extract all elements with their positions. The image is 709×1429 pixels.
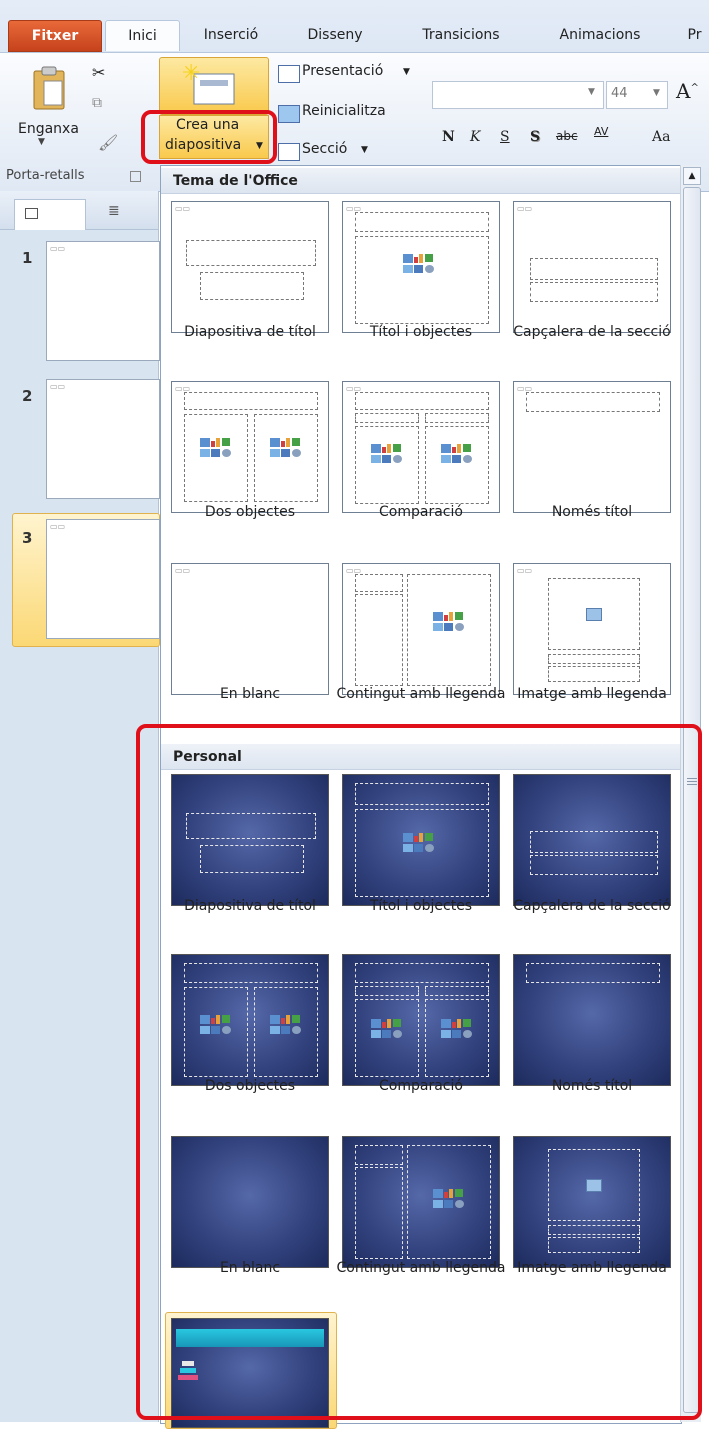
outline-tab-icon[interactable]: ≣: [108, 203, 120, 219]
bold-button[interactable]: N: [442, 129, 455, 145]
reset-button[interactable]: Reinicialitza: [302, 103, 386, 119]
layout-caption: Capçalera de la secció: [513, 324, 671, 340]
tab-animations[interactable]: Animacions: [540, 20, 660, 50]
office-theme-header: Tema de l'Office: [161, 168, 681, 194]
highlight-personal-section: [136, 724, 702, 1420]
font-size-value: 44: [611, 86, 628, 101]
highlight-new-slide: [141, 110, 277, 164]
tab-design[interactable]: Disseny: [290, 20, 380, 50]
reset-icon: [278, 105, 300, 123]
slide-thumbnail-3[interactable]: ▭▭: [46, 519, 160, 639]
layout-content-caption[interactable]: ▭▭: [342, 563, 500, 695]
section-chevron-icon: ▼: [361, 145, 368, 155]
slide-number: 1: [22, 249, 33, 267]
underline-button[interactable]: S: [500, 129, 510, 145]
paste-label[interactable]: Enganxa: [18, 121, 79, 137]
layout-caption: Contingut amb llegenda: [336, 686, 506, 702]
character-spacing-button[interactable]: AV: [594, 125, 608, 138]
layout-caption: En blanc: [219, 686, 281, 702]
new-slide-icon: ✳: [182, 61, 235, 105]
italic-button[interactable]: K: [470, 129, 480, 145]
layout-blank[interactable]: ▭▭: [171, 563, 329, 695]
content-placeholder-icon: [403, 254, 437, 282]
section-icon: [278, 143, 300, 161]
layout-caption: Només títol: [551, 504, 633, 520]
tab-insert[interactable]: Inserció: [186, 20, 276, 50]
layout-title-slide[interactable]: ▭▭: [171, 201, 329, 333]
paste-icon[interactable]: [30, 65, 68, 111]
layout-caption: Comparació: [379, 504, 463, 520]
layout-picture-caption[interactable]: ▭▭: [513, 563, 671, 695]
slide-thumbnail-1[interactable]: ▭▭: [46, 241, 160, 361]
slides-tab[interactable]: [14, 199, 86, 230]
tab-presentation[interactable]: Pr: [680, 20, 709, 50]
format-painter-icon[interactable]: 🖌: [98, 133, 118, 152]
layout-section-header[interactable]: ▭▭: [513, 201, 671, 333]
strikethrough-button[interactable]: abc: [556, 129, 578, 143]
slide-number: 2: [22, 387, 33, 405]
change-case-button[interactable]: Aa: [652, 129, 670, 145]
shadow-button[interactable]: S: [530, 129, 540, 145]
layout-caption: Imatge amb llegenda: [517, 686, 667, 702]
tab-file[interactable]: Fitxer: [8, 20, 102, 52]
picture-icon: [586, 608, 602, 621]
slides-tab-icon: [25, 208, 38, 219]
slide-thumbnail-2[interactable]: ▭▭: [46, 379, 160, 499]
layout-comparison[interactable]: ▭▭: [342, 381, 500, 513]
layout-button[interactable]: Presentació: [302, 63, 383, 79]
font-size-chevron-icon: ▼: [653, 88, 660, 98]
grow-font-icon[interactable]: A^: [676, 79, 699, 103]
copy-icon[interactable]: ⧉: [92, 95, 102, 111]
font-size-combo[interactable]: 44 ▼: [606, 81, 668, 109]
cut-icon[interactable]: ✂: [92, 63, 105, 82]
section-button[interactable]: Secció: [302, 141, 347, 157]
dialog-launcher-icon[interactable]: [130, 171, 141, 182]
tab-home[interactable]: Inici: [105, 20, 180, 51]
ribbon-tab-bar: Fitxer Inici Inserció Disseny Transicion…: [0, 0, 709, 52]
clipboard-group-label: Porta-retalls: [6, 168, 85, 183]
layout-title-content[interactable]: ▭▭: [342, 201, 500, 333]
paste-dropdown-icon[interactable]: ▼: [38, 137, 45, 147]
font-name-chevron-icon[interactable]: ▼: [588, 87, 595, 97]
layout-title-only[interactable]: ▭▭: [513, 381, 671, 513]
layout-caption: Dos objectes: [204, 504, 296, 520]
layout-chevron-icon: ▼: [403, 67, 410, 77]
scroll-up-icon[interactable]: ▲: [683, 167, 701, 185]
font-name-combo[interactable]: [432, 81, 604, 109]
layout-two-content[interactable]: ▭▭: [171, 381, 329, 513]
tab-transitions[interactable]: Transicions: [405, 20, 517, 50]
svg-text:✳: ✳: [182, 61, 200, 86]
layout-icon: [278, 65, 300, 83]
new-slide-button[interactable]: ✳: [159, 57, 269, 115]
layout-caption: Diapositiva de títol: [184, 324, 316, 340]
layout-caption: Títol i objectes: [369, 324, 473, 340]
slide-number: 3: [22, 529, 33, 547]
